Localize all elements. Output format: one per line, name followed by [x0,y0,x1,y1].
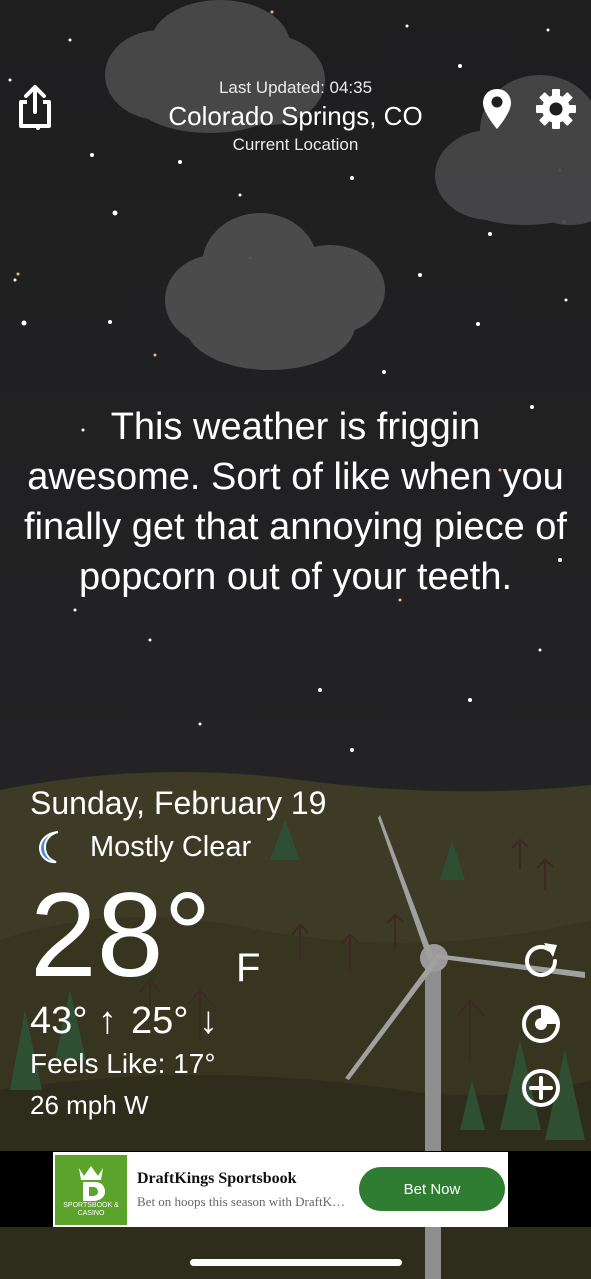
wind-speed: 26 mph W [30,1090,149,1120]
location-pin-icon [483,89,511,129]
ad-logo: SPORTSBOOK & CASINO [55,1154,127,1225]
forecast-date: Sunday, February 19 [30,785,327,821]
share-icon [19,85,51,128]
ad-text: DraftKings Sportsbook Bet on hoops this … [137,1170,347,1210]
temperature-unit[interactable]: F [236,946,260,991]
low-temp: 25° ↓ [131,1000,219,1042]
ad-subtitle: Bet on hoops this season with DraftKings [137,1193,347,1209]
refresh-button[interactable] [520,940,562,982]
high-temp: 43° ↑ [30,1000,118,1042]
condition-text: Mostly Clear [90,830,252,863]
radar-icon [522,1005,560,1043]
ad-logo-text: SPORTSBOOK & CASINO [63,1201,119,1217]
share-button[interactable] [14,84,56,130]
condition-row: Mostly Clear [38,830,251,864]
ad-cta-button[interactable]: Bet Now [359,1167,505,1211]
moon-icon [38,831,59,864]
ad-banner[interactable]: SPORTSBOOK & CASINO DraftKings Sportsboo… [53,1152,508,1227]
home-indicator[interactable] [190,1259,402,1266]
radar-button[interactable] [520,1003,562,1045]
high-low: 43° ↑ 25° ↓ [30,1000,218,1043]
settings-button[interactable] [534,87,578,131]
feels-like: Feels Like: 17° [30,1048,216,1079]
gear-icon [536,89,576,129]
cloud-middle [165,213,385,370]
location-button[interactable] [480,87,514,131]
weather-quote: This weather is friggin awesome. Sort of… [24,406,567,598]
ad-title: DraftKings Sportsbook [137,1169,297,1187]
add-location-button[interactable] [520,1067,562,1109]
plus-circle-icon [522,1069,560,1107]
app-screen: Last Updated: 04:35 Colorado Springs, CO… [0,0,591,1279]
crown-d-icon [79,1165,105,1201]
refresh-icon [525,943,557,977]
location-label: Current Location [232,135,359,154]
current-temperature[interactable]: 28° [30,870,211,1000]
